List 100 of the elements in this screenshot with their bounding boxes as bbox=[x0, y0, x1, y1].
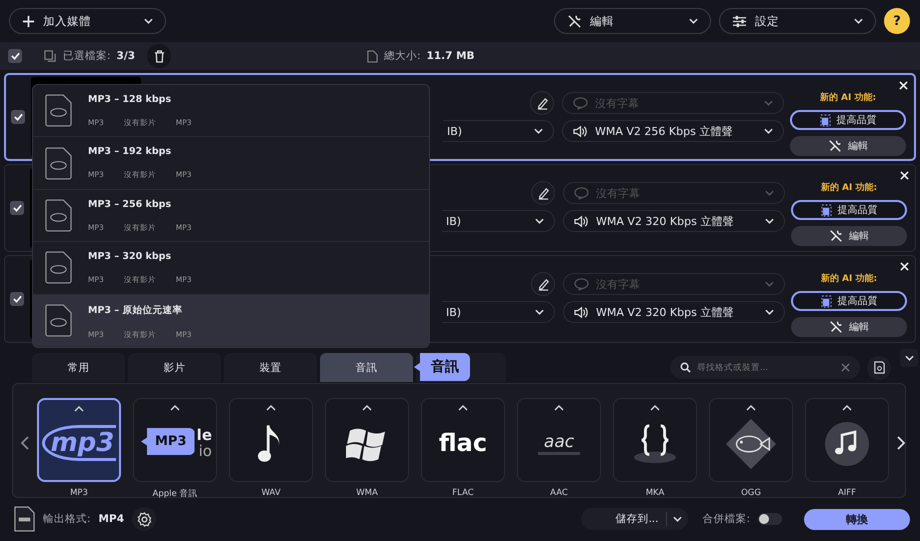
format-dropdown[interactable]: IB) bbox=[443, 120, 554, 142]
format-label: MKA bbox=[646, 488, 664, 498]
chevron-down-icon bbox=[144, 18, 153, 24]
merge-toggle[interactable] bbox=[758, 513, 782, 525]
gear-icon bbox=[136, 512, 152, 526]
fish-icon bbox=[724, 417, 778, 471]
enhance-quality-button[interactable]: 提高品質 bbox=[790, 110, 906, 130]
convert-button[interactable]: 轉換 bbox=[804, 508, 910, 530]
speech-bubble-icon bbox=[574, 186, 589, 200]
settings-button[interactable] bbox=[132, 507, 156, 531]
format-card[interactable] bbox=[709, 398, 793, 482]
caret-up-icon[interactable] bbox=[266, 405, 276, 411]
chevron-down-icon bbox=[535, 218, 544, 224]
audio-file-icon bbox=[45, 94, 72, 128]
edit-button[interactable]: 編輯 bbox=[791, 226, 907, 246]
pencil-icon bbox=[536, 186, 550, 200]
total-size-label: 總大小: bbox=[384, 49, 421, 63]
preset-title: MP3 – 192 kbps bbox=[88, 146, 172, 158]
caret-up-icon[interactable] bbox=[458, 405, 468, 411]
format-label: MP3 bbox=[70, 488, 88, 498]
speaker-icon bbox=[573, 124, 588, 138]
file-search-icon bbox=[872, 361, 886, 374]
format-dropdown[interactable]: IB) bbox=[442, 301, 555, 323]
chevron-down-icon bbox=[765, 218, 774, 224]
tooltip: MP3 bbox=[141, 428, 195, 455]
close-icon bbox=[900, 262, 909, 271]
collapse-button[interactable] bbox=[900, 349, 918, 367]
select-all-checkbox[interactable] bbox=[8, 49, 22, 63]
format-card[interactable]: flac bbox=[421, 398, 505, 482]
trash-icon bbox=[154, 50, 164, 62]
file-icon bbox=[367, 50, 378, 62]
caret-up-icon[interactable] bbox=[74, 406, 84, 412]
caret-up-icon[interactable] bbox=[650, 405, 660, 411]
format-label: WAV bbox=[261, 488, 281, 498]
ai-feature-label: 新的 AI 功能: bbox=[820, 91, 876, 104]
audio-file-icon bbox=[45, 199, 72, 232]
caret-up-icon[interactable] bbox=[746, 405, 756, 411]
file-checkbox[interactable] bbox=[10, 292, 24, 306]
edit-button[interactable]: 編輯 bbox=[791, 317, 907, 337]
detect-format-button[interactable] bbox=[867, 356, 891, 380]
add-media-button[interactable]: 加入媒體 bbox=[9, 8, 166, 34]
format-dropdown[interactable]: IB) bbox=[442, 210, 555, 232]
format-card[interactable] bbox=[325, 398, 409, 482]
rename-button[interactable] bbox=[530, 91, 554, 115]
rename-button[interactable] bbox=[531, 181, 555, 205]
output-format-value: MP4 bbox=[98, 513, 124, 525]
format-card[interactable]: aac bbox=[517, 398, 601, 482]
tools-icon bbox=[829, 229, 843, 243]
audio-dropdown[interactable]: WMA V2 320 Kbps 立體聲 bbox=[563, 210, 785, 232]
total-size-value: 11.7 MB bbox=[426, 50, 475, 62]
format-card[interactable]: mp3 bbox=[37, 398, 121, 482]
help-button[interactable]: ? bbox=[884, 8, 910, 34]
format-label: Apple 音訊 bbox=[152, 488, 198, 500]
caret-up-icon[interactable] bbox=[554, 405, 564, 411]
format-label: AIFF bbox=[838, 488, 856, 498]
audio-dropdown[interactable]: WMA V2 256 Kbps 立體聲 bbox=[562, 120, 784, 142]
search-field[interactable]: 尋找格式或裝置... bbox=[670, 356, 860, 379]
braces-icon bbox=[631, 423, 679, 465]
category-tab[interactable]: 常用 bbox=[32, 353, 125, 382]
file-checkbox[interactable] bbox=[10, 201, 24, 215]
speaker-icon bbox=[574, 306, 589, 318]
format-card[interactable] bbox=[229, 398, 313, 482]
enhance-quality-button[interactable]: 提高品質 bbox=[791, 200, 907, 220]
category-tab[interactable]: 影片 bbox=[128, 353, 221, 382]
caret-up-icon[interactable] bbox=[842, 405, 852, 411]
enhance-icon bbox=[820, 114, 830, 126]
settings-menu-button[interactable]: 設定 bbox=[719, 8, 876, 34]
chevron-down-icon bbox=[765, 281, 774, 287]
format-card[interactable] bbox=[805, 398, 889, 482]
caret-up-icon[interactable] bbox=[170, 405, 180, 411]
close-button[interactable] bbox=[897, 79, 910, 92]
edit-menu-button[interactable]: 編輯 bbox=[554, 8, 711, 34]
file-checkbox[interactable] bbox=[11, 110, 25, 124]
rename-button[interactable] bbox=[531, 272, 555, 296]
audio-dropdown[interactable]: WMA V2 320 Kbps 立體聲 bbox=[563, 301, 785, 323]
close-icon bbox=[899, 81, 908, 90]
category-tab[interactable]: 音訊 bbox=[320, 353, 413, 382]
output-format-label: 輸出格式: bbox=[43, 512, 91, 526]
chevron-down-icon bbox=[765, 190, 774, 196]
format-card[interactable] bbox=[613, 398, 697, 482]
pencil-icon bbox=[536, 96, 548, 110]
category-tab[interactable]: 裝置 bbox=[224, 353, 317, 382]
mp3-logo: mp3 bbox=[42, 425, 116, 461]
plus-icon bbox=[22, 14, 35, 28]
format-label: OGG bbox=[741, 488, 761, 498]
preset-title: MP3 – 256 kbps bbox=[88, 198, 172, 210]
enhance-quality-button[interactable]: 提高品質 bbox=[791, 291, 907, 311]
aac-logo: aac bbox=[538, 432, 580, 454]
chevron-down-icon bbox=[689, 18, 698, 24]
chevron-down-icon bbox=[904, 355, 914, 361]
close-button[interactable] bbox=[898, 260, 911, 273]
caret-up-icon[interactable] bbox=[362, 405, 372, 411]
ai-feature-label: 新的 AI 功能: bbox=[820, 181, 878, 194]
edit-button[interactable]: 編輯 bbox=[790, 136, 906, 156]
enhance-icon bbox=[820, 204, 832, 216]
audio-file-icon bbox=[45, 304, 72, 337]
search-icon bbox=[680, 362, 691, 373]
delete-button[interactable] bbox=[147, 44, 171, 68]
tools-icon bbox=[829, 320, 843, 334]
close-button[interactable] bbox=[898, 169, 911, 182]
